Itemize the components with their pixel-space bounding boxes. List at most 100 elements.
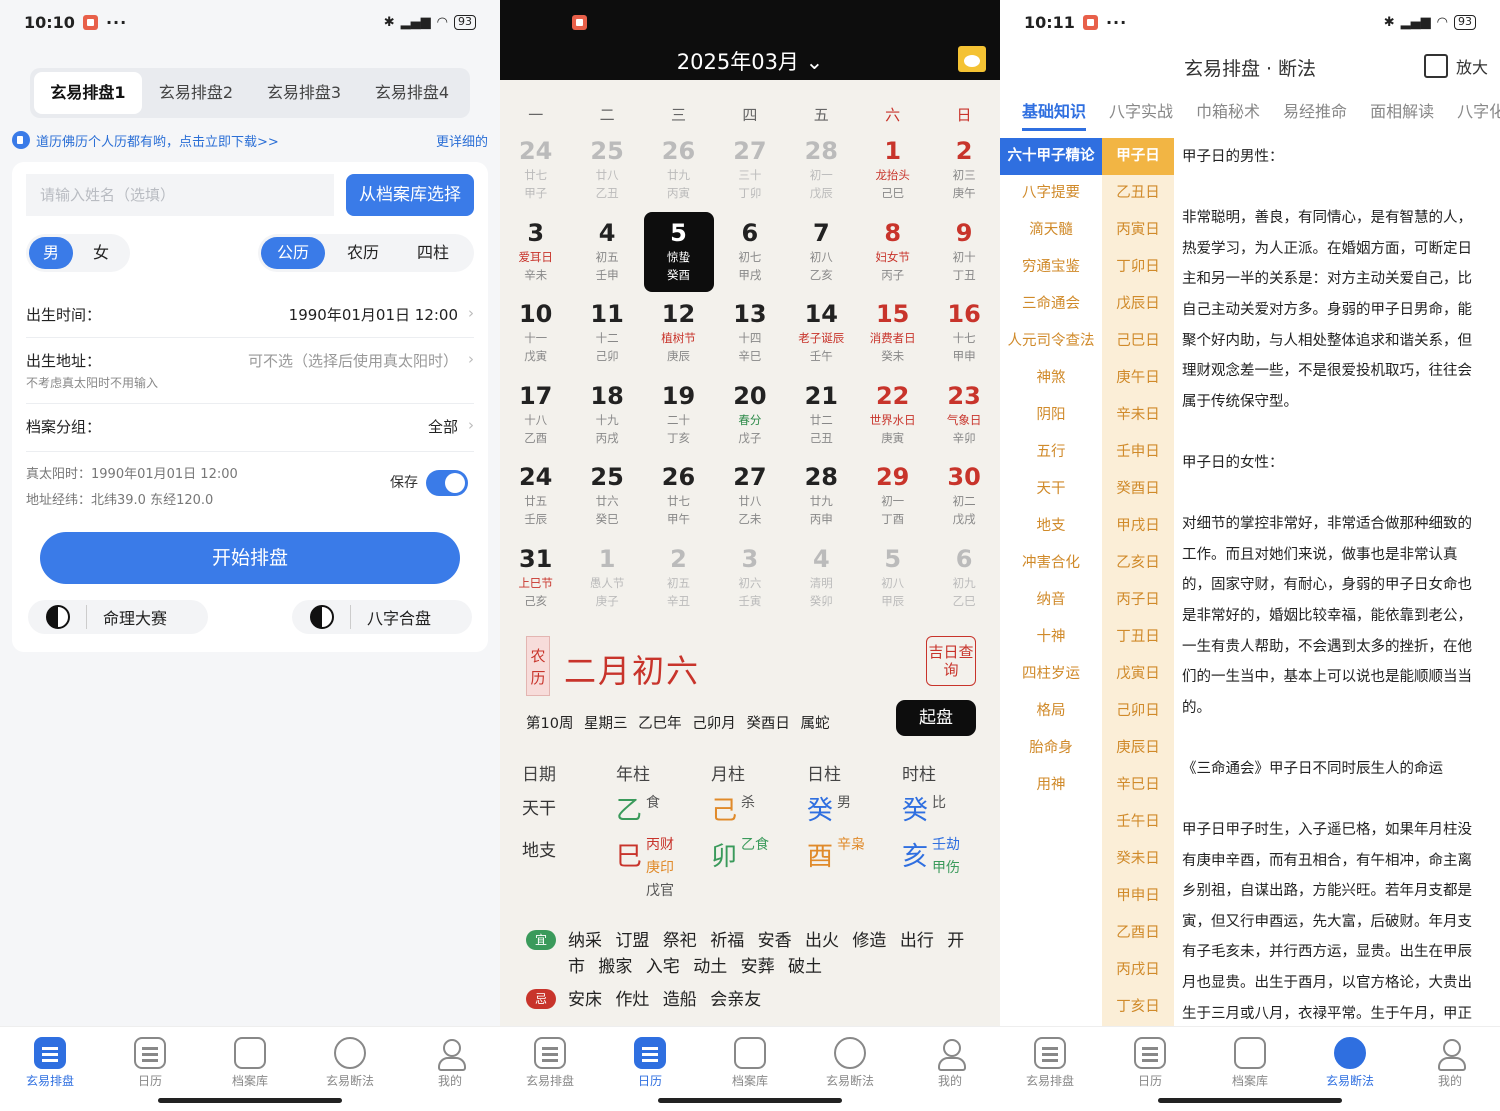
home-indicator[interactable] [158,1098,342,1103]
home-indicator[interactable] [658,1098,842,1103]
category-item[interactable]: 穷通宝鉴 [1000,249,1102,286]
calendar-day[interactable]: 10 十一 戊寅 [501,293,571,373]
category-item[interactable]: 八字提要 [1000,175,1102,212]
day-item[interactable]: 丁丑日 [1102,619,1174,656]
category-item[interactable]: 胎命身 [1000,730,1102,767]
tab-basics[interactable]: 基础知识 [1022,98,1087,131]
day-item[interactable]: 丁卯日 [1102,249,1174,286]
day-item[interactable]: 丙戌日 [1102,952,1174,989]
birth-place-row[interactable]: 出生地址： 不考虑真太阳时不用输入 可不选（选择后使用真太阳时） › [26,350,474,404]
day-item[interactable]: 戊寅日 [1102,656,1174,693]
calendar-day[interactable]: 31 上巳节 己亥 [501,538,571,618]
tab-paipan-3[interactable]: 玄易排盘3 [250,72,358,114]
notice-bar[interactable]: 道历佛历个人历都有哟，点击立即下载>> 更详细的 [12,128,488,152]
calendar-day[interactable]: 3 爱耳日 辛未 [501,212,571,292]
calendar-day[interactable]: 27 三十 丁卯 [715,130,785,210]
calendar-day[interactable]: 14 老子诞辰 壬午 [786,293,856,373]
notice-more-link[interactable]: 更详细的 [436,131,488,150]
day-item[interactable]: 戊辰日 [1102,286,1174,323]
day-item[interactable]: 辛巳日 [1102,767,1174,804]
calendar-day[interactable]: 16 十七 甲申 [929,293,999,373]
calendar-day[interactable]: 27 廿八 乙未 [715,456,785,536]
calendar-day[interactable]: 6 初九 乙巳 [929,538,999,618]
archive-select-button[interactable]: 从档案库选择 [346,174,474,216]
calendar-day[interactable]: 26 廿七 甲午 [644,456,714,536]
tab-bazi-resolve[interactable]: 八字化解 [1457,98,1500,131]
category-item[interactable]: 四柱岁运 [1000,656,1102,693]
tab-paipan-2[interactable]: 玄易排盘2 [142,72,250,114]
calendar-day[interactable]: 28 初一 戊辰 [786,130,856,210]
day-item[interactable]: 丁亥日 [1102,989,1174,1026]
nav-profile[interactable]: 我的 [400,1027,500,1111]
category-item[interactable]: 神煞 [1000,360,1102,397]
tab-paipan-4[interactable]: 玄易排盘4 [358,72,466,114]
birth-place-placeholder[interactable]: 可不选（选择后使用真太阳时） [248,350,458,371]
calendar-day[interactable]: 2 初三 庚午 [929,130,999,210]
calendar-day[interactable]: 25 廿八 乙丑 [572,130,642,210]
today-calendar-icon[interactable] [958,46,986,72]
calendar-day[interactable]: 29 初一 丁酉 [858,456,928,536]
category-item[interactable]: 十神 [1000,619,1102,656]
calendar-day[interactable]: 4 初五 壬申 [572,212,642,292]
calendar-day[interactable]: 9 初十 丁丑 [929,212,999,292]
birth-time-row[interactable]: 出生时间： 1990年01月01日 12:00 › [26,304,474,338]
calendar-day[interactable]: 18 十九 丙戌 [572,375,642,455]
calendar-day[interactable]: 1 愚人节 庚子 [572,538,642,618]
category-item[interactable]: 格局 [1000,693,1102,730]
save-toggle[interactable] [426,470,468,496]
birth-time-value[interactable]: 1990年01月01日 12:00 [289,304,458,325]
day-item[interactable]: 庚辰日 [1102,730,1174,767]
calendar-day[interactable]: 12 植树节 庚辰 [644,293,714,373]
day-item[interactable]: 己巳日 [1102,323,1174,360]
category-item[interactable]: 天干 [1000,471,1102,508]
calendar-day[interactable]: 19 二十 丁亥 [644,375,714,455]
category-item[interactable]: 用神 [1000,767,1102,804]
qipan-button[interactable]: 起盘 [896,700,976,736]
calendar-solar[interactable]: 公历 [261,237,325,269]
nav-profile[interactable]: 我的 [900,1027,1000,1111]
day-item[interactable]: 甲戌日 [1102,508,1174,545]
zoom-button[interactable]: 放大 [1423,54,1488,78]
day-item[interactable]: 丙寅日 [1102,212,1174,249]
calendar-day[interactable]: 25 廿六 癸巳 [572,456,642,536]
calendar-day[interactable]: 28 廿九 丙申 [786,456,856,536]
nav-paipan[interactable]: 玄易排盘 [0,1027,100,1111]
nav-paipan[interactable]: 玄易排盘 [1000,1027,1100,1111]
gender-male[interactable]: 男 [29,237,73,269]
category-item[interactable]: 纳音 [1000,582,1102,619]
nav-profile[interactable]: 我的 [1400,1027,1500,1111]
category-item[interactable]: 地支 [1000,508,1102,545]
start-paipan-button[interactable]: 开始排盘 [40,532,460,584]
category-item[interactable]: 冲害合化 [1000,545,1102,582]
tab-face-reading[interactable]: 面相解读 [1370,98,1434,131]
day-item[interactable]: 庚午日 [1102,360,1174,397]
tab-yijing[interactable]: 易经推命 [1283,98,1347,131]
calendar-day[interactable]: 5 初八 甲辰 [858,538,928,618]
day-item[interactable]: 丙子日 [1102,582,1174,619]
calendar-day[interactable]: 7 初八 乙亥 [786,212,856,292]
notice-text[interactable]: 道历佛历个人历都有哟，点击立即下载>> [36,131,279,150]
tab-jinxiang[interactable]: 巾箱秘术 [1196,98,1260,131]
month-title[interactable]: 2025年03月 ⌄ [500,46,1000,76]
category-item[interactable]: 滴天髓 [1000,212,1102,249]
tab-paipan-1[interactable]: 玄易排盘1 [34,72,142,114]
gender-female[interactable]: 女 [79,237,123,269]
calendar-day[interactable]: 5 惊蛰 癸酉 [643,211,714,292]
calendar-day[interactable]: 24 廿七 甲子 [501,130,571,210]
nav-paipan[interactable]: 玄易排盘 [500,1027,600,1111]
day-item[interactable]: 乙酉日 [1102,915,1174,952]
day-item[interactable]: 己卯日 [1102,693,1174,730]
group-value[interactable]: 全部 [428,416,458,437]
day-item[interactable]: 壬午日 [1102,804,1174,841]
day-item[interactable]: 癸酉日 [1102,471,1174,508]
day-item[interactable]: 癸未日 [1102,841,1174,878]
calendar-sizhu[interactable]: 四柱 [401,237,465,269]
calendar-day[interactable]: 23 气象日 辛卯 [929,375,999,455]
calendar-day[interactable]: 21 廿二 己丑 [786,375,856,455]
day-item[interactable]: 辛未日 [1102,397,1174,434]
calendar-day[interactable]: 11 十二 己卯 [572,293,642,373]
category-item[interactable]: 三命通会 [1000,286,1102,323]
calendar-day[interactable]: 3 初六 壬寅 [715,538,785,618]
calendar-day[interactable]: 4 清明 癸卯 [786,538,856,618]
calendar-day[interactable]: 6 初七 甲戌 [715,212,785,292]
